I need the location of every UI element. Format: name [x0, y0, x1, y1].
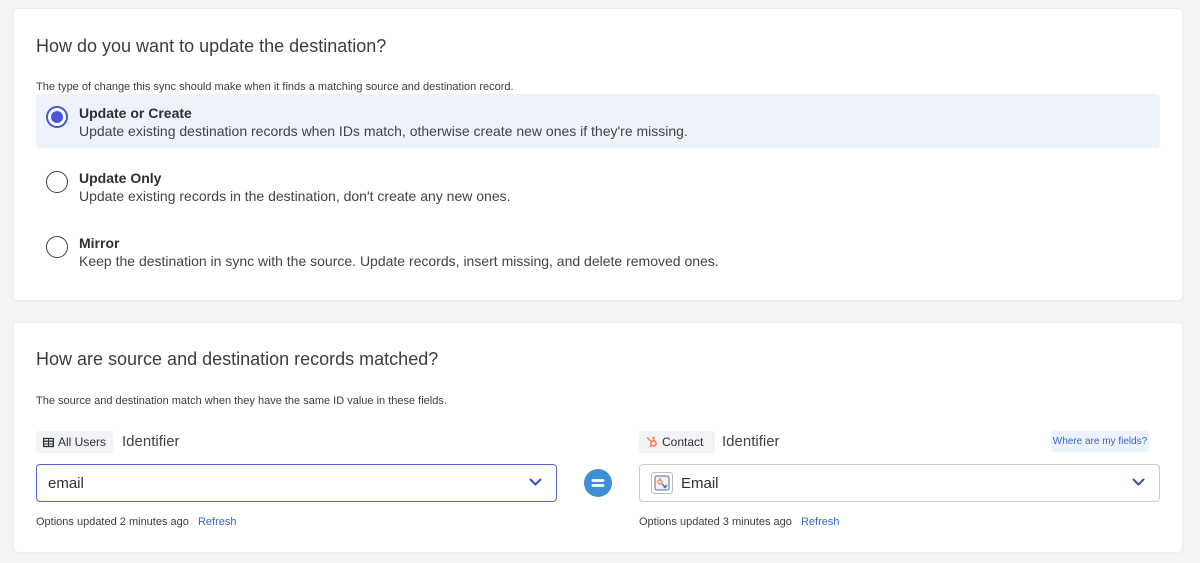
source-identifier-value: email — [48, 474, 84, 492]
destination-object-label: Contact — [662, 435, 704, 449]
destination-identifier-value: Email — [681, 474, 719, 492]
destination-identifier-select[interactable]: Email — [639, 464, 1160, 502]
option-mirror[interactable]: Mirror Keep the destination in sync with… — [36, 224, 1160, 278]
record-matching-title: How are source and destination records m… — [36, 349, 439, 369]
radio-selected-dot — [51, 111, 63, 123]
source-identifier-label: Identifier — [122, 433, 180, 450]
chevron-down-icon — [1132, 478, 1145, 486]
source-model-label: All Users — [57, 435, 106, 449]
table-icon — [43, 437, 54, 447]
option-description: Keep the destination in sync with the so… — [79, 253, 719, 269]
source-options-updated-text: Options updated 2 minutes ago — [36, 516, 189, 528]
option-description: Update existing records in the destinati… — [79, 188, 511, 204]
source-options-status: Options updated 2 minutes ago Refresh — [36, 516, 236, 528]
option-title: Update or Create — [79, 105, 192, 121]
option-update-only[interactable]: Update Only Update existing records in t… — [36, 159, 1160, 213]
chevron-down-icon — [529, 478, 542, 486]
source-identifier-select[interactable]: email — [36, 464, 557, 502]
destination-refresh-link[interactable]: Refresh — [801, 516, 840, 528]
record-matching-subtitle: The source and destination match when th… — [36, 395, 447, 407]
option-title: Update Only — [79, 170, 162, 186]
field-type-icon — [651, 472, 673, 494]
destination-object-chip: Contact — [639, 431, 715, 453]
option-title: Mirror — [79, 235, 120, 251]
equals-icon — [584, 469, 612, 497]
where-are-my-fields-link[interactable]: Where are my fields? — [1051, 431, 1149, 452]
update-mode-subtitle: The type of change this sync should make… — [36, 81, 514, 93]
source-model-chip: All Users — [36, 431, 113, 453]
destination-options-status: Options updated 3 minutes ago Refresh — [639, 516, 839, 528]
radio-update-only[interactable] — [46, 171, 68, 193]
option-description: Update existing destination records when… — [79, 123, 688, 139]
destination-identifier-label: Identifier — [722, 433, 780, 450]
update-mode-card: How do you want to update the destinatio… — [14, 9, 1182, 300]
record-matching-card: How are source and destination records m… — [14, 323, 1182, 552]
update-mode-title: How do you want to update the destinatio… — [36, 36, 387, 56]
source-refresh-link[interactable]: Refresh — [198, 516, 237, 528]
option-update-or-create[interactable]: Update or Create Update existing destina… — [36, 94, 1160, 148]
radio-update-or-create[interactable] — [46, 106, 68, 128]
destination-options-updated-text: Options updated 3 minutes ago — [639, 516, 792, 528]
hubspot-icon — [646, 436, 657, 448]
radio-mirror[interactable] — [46, 236, 68, 258]
